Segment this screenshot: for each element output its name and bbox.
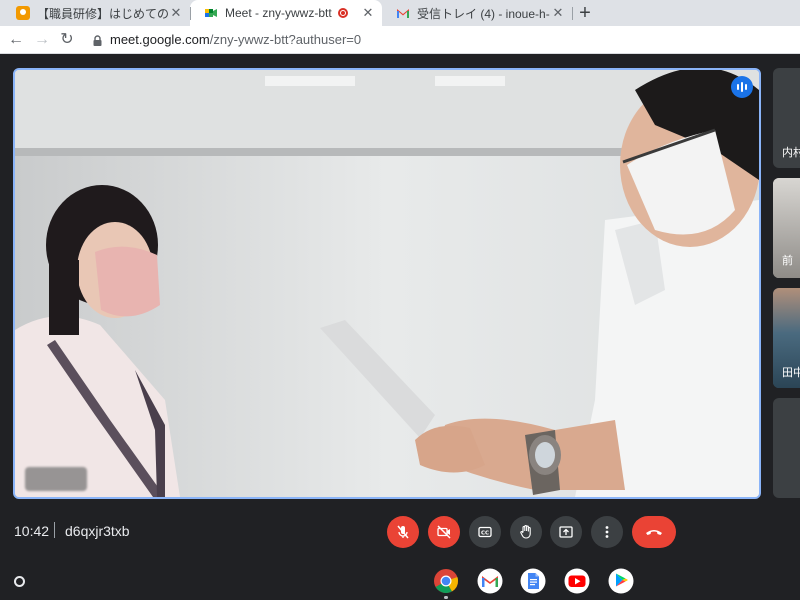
camera-off-icon bbox=[437, 525, 451, 539]
raise-hand-button[interactable] bbox=[510, 516, 542, 548]
main-video-tile[interactable] bbox=[13, 68, 761, 499]
hand-icon bbox=[520, 525, 531, 539]
shelf-play-store[interactable] bbox=[608, 568, 634, 594]
participant-tile[interactable]: 内村 bbox=[773, 68, 800, 168]
svg-text:CC: CC bbox=[481, 531, 489, 537]
tab-title: Meet - zny-ywwz-btt bbox=[225, 6, 332, 20]
youtube-icon bbox=[564, 568, 590, 594]
present-icon bbox=[559, 526, 573, 538]
reload-button[interactable]: ↻ bbox=[57, 30, 77, 50]
running-indicator bbox=[444, 596, 448, 599]
tab-title: 受信トレイ (4) - inoue-h-bw@ bbox=[417, 6, 550, 21]
chrome-icon bbox=[434, 569, 459, 594]
tab-gmail[interactable]: 受信トレイ (4) - inoue-h-bw@ ✕ bbox=[382, 0, 572, 26]
mic-toggle-button[interactable] bbox=[387, 516, 419, 548]
launcher-icon bbox=[13, 575, 25, 587]
lock-icon[interactable] bbox=[93, 35, 102, 46]
participant-tile[interactable] bbox=[773, 398, 800, 498]
meeting-code[interactable]: d6qxjr3txb bbox=[65, 523, 130, 539]
tab-meet[interactable]: Meet - zny-ywwz-btt ✕ bbox=[190, 0, 382, 26]
play-store-icon bbox=[608, 568, 634, 594]
leave-call-button[interactable] bbox=[632, 516, 676, 548]
close-icon[interactable]: ✕ bbox=[550, 5, 566, 21]
tab-classroom[interactable]: 【職員研修】はじめての Goo ✕ bbox=[2, 0, 190, 26]
shelf-gmail[interactable] bbox=[477, 568, 503, 594]
gmail-icon bbox=[396, 6, 410, 20]
meeting-time: 10:42 bbox=[14, 523, 50, 539]
more-vert-icon bbox=[605, 526, 609, 538]
gmail-icon bbox=[477, 568, 503, 594]
participant-name-label bbox=[25, 467, 87, 491]
close-icon[interactable]: ✕ bbox=[360, 5, 376, 21]
speaking-indicator-icon bbox=[731, 76, 753, 98]
meet-icon bbox=[204, 6, 218, 20]
tab-divider bbox=[572, 7, 573, 20]
close-icon[interactable]: ✕ bbox=[168, 5, 184, 21]
tab-title: 【職員研修】はじめての Goo bbox=[37, 6, 168, 21]
participant-name: 前 bbox=[782, 255, 793, 267]
address-bar[interactable]: meet.google.com/zny-ywwz-btt?authuser=0 bbox=[110, 32, 361, 48]
divider bbox=[54, 522, 55, 538]
present-now-button[interactable] bbox=[550, 516, 582, 548]
participant-name: 田中 bbox=[782, 367, 800, 379]
launcher-button[interactable] bbox=[8, 570, 30, 592]
docs-icon bbox=[520, 568, 546, 594]
shelf-chrome[interactable] bbox=[433, 568, 459, 594]
phone-hangup-icon bbox=[646, 530, 662, 535]
participant-tile[interactable]: 田中 bbox=[773, 288, 800, 388]
tab-divider bbox=[190, 7, 191, 20]
back-button[interactable]: ← bbox=[6, 30, 26, 50]
captions-icon: CC bbox=[478, 526, 492, 538]
classroom-icon bbox=[16, 6, 30, 20]
tab-strip: 【職員研修】はじめての Goo ✕ Meet - zny-ywwz-btt ✕ … bbox=[0, 0, 800, 26]
more-options-button[interactable] bbox=[591, 516, 623, 548]
captions-button[interactable]: CC bbox=[469, 516, 501, 548]
url-path: /zny-ywwz-btt?authuser=0 bbox=[209, 32, 362, 47]
recording-icon bbox=[338, 8, 348, 18]
url-host: meet.google.com bbox=[110, 32, 210, 47]
mic-off-icon bbox=[397, 525, 409, 539]
browser-toolbar: ← → ↻ meet.google.com/zny-ywwz-btt?authu… bbox=[0, 26, 800, 54]
new-tab-button[interactable]: + bbox=[575, 2, 595, 24]
shelf-docs[interactable] bbox=[520, 568, 546, 594]
participant-video bbox=[15, 70, 759, 497]
shelf-youtube[interactable] bbox=[564, 568, 590, 594]
forward-button[interactable]: → bbox=[32, 30, 52, 50]
participant-name: 内村 bbox=[782, 147, 800, 159]
camera-toggle-button[interactable] bbox=[428, 516, 460, 548]
participant-tile[interactable]: 前 bbox=[773, 178, 800, 278]
